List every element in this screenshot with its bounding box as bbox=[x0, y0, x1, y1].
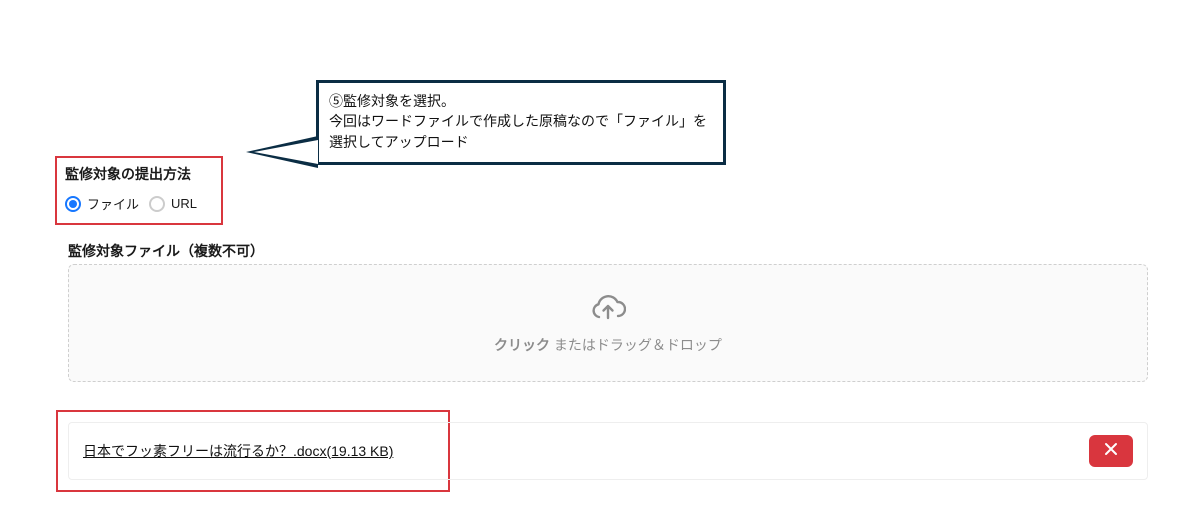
submission-method-group: 監修対象の提出方法 ファイル URL bbox=[55, 156, 223, 225]
callout-line2: 今回はワードファイルで作成した原稿なので「ファイル」を選択してアップロード bbox=[329, 111, 713, 152]
radio-url-label: URL bbox=[171, 196, 197, 211]
callout-line1: ⑤監修対象を選択。 bbox=[329, 91, 713, 111]
callout-tail-inner bbox=[254, 140, 318, 164]
close-icon bbox=[1104, 442, 1118, 461]
dropzone-text: クリック またはドラッグ＆ドロップ bbox=[494, 335, 722, 355]
uploaded-file-size: (19.13 KB) bbox=[326, 443, 393, 459]
cloud-upload-icon bbox=[590, 292, 626, 327]
radio-file-label: ファイル bbox=[87, 194, 139, 213]
file-dropzone[interactable]: クリック またはドラッグ＆ドロップ bbox=[68, 264, 1148, 382]
radio-icon-selected bbox=[65, 196, 81, 212]
uploaded-file-name: 日本でフッ素フリーは流行るか？.docx bbox=[83, 443, 326, 459]
radio-option-url[interactable]: URL bbox=[149, 196, 197, 212]
submission-method-label: 監修対象の提出方法 bbox=[65, 164, 197, 184]
radio-row: ファイル URL bbox=[65, 194, 197, 213]
instruction-callout: ⑤監修対象を選択。 今回はワードファイルで作成した原稿なので「ファイル」を選択し… bbox=[316, 80, 726, 165]
dropzone-rest-text: またはドラッグ＆ドロップ bbox=[550, 337, 722, 353]
radio-option-file[interactable]: ファイル bbox=[65, 194, 139, 213]
dropzone-click-text: クリック bbox=[494, 337, 550, 353]
uploaded-file-link[interactable]: 日本でフッ素フリーは流行るか？.docx(19.13 KB) bbox=[83, 441, 393, 461]
remove-file-button[interactable] bbox=[1089, 435, 1133, 467]
file-section-label: 監修対象ファイル（複数不可） bbox=[68, 241, 264, 261]
uploaded-file-row: 日本でフッ素フリーは流行るか？.docx(19.13 KB) bbox=[68, 422, 1148, 480]
radio-icon-unselected bbox=[149, 196, 165, 212]
